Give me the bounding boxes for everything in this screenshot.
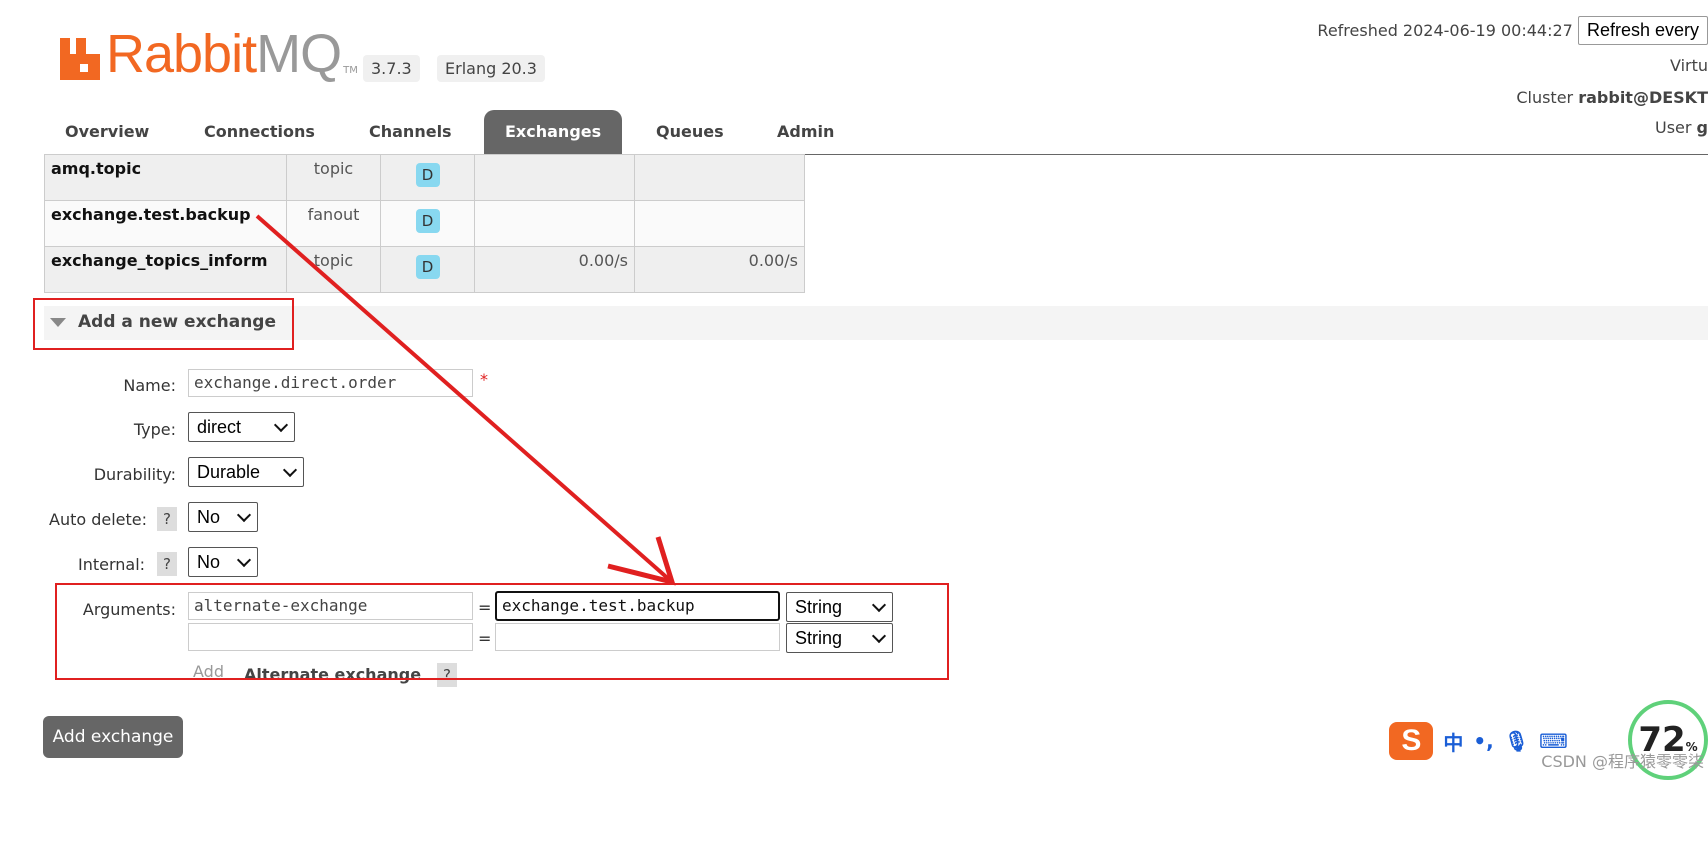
sogou-ime-icon[interactable]: S (1389, 722, 1434, 760)
ime-punctuation-toggle[interactable]: •, (1473, 729, 1493, 753)
ime-language-toggle[interactable]: 中 (1443, 727, 1463, 756)
watermark: CSDN @程序猿零零柒 (1541, 752, 1704, 771)
annotation-arrow (255, 214, 676, 586)
microphone-icon[interactable]: 🎙 (1504, 729, 1529, 753)
